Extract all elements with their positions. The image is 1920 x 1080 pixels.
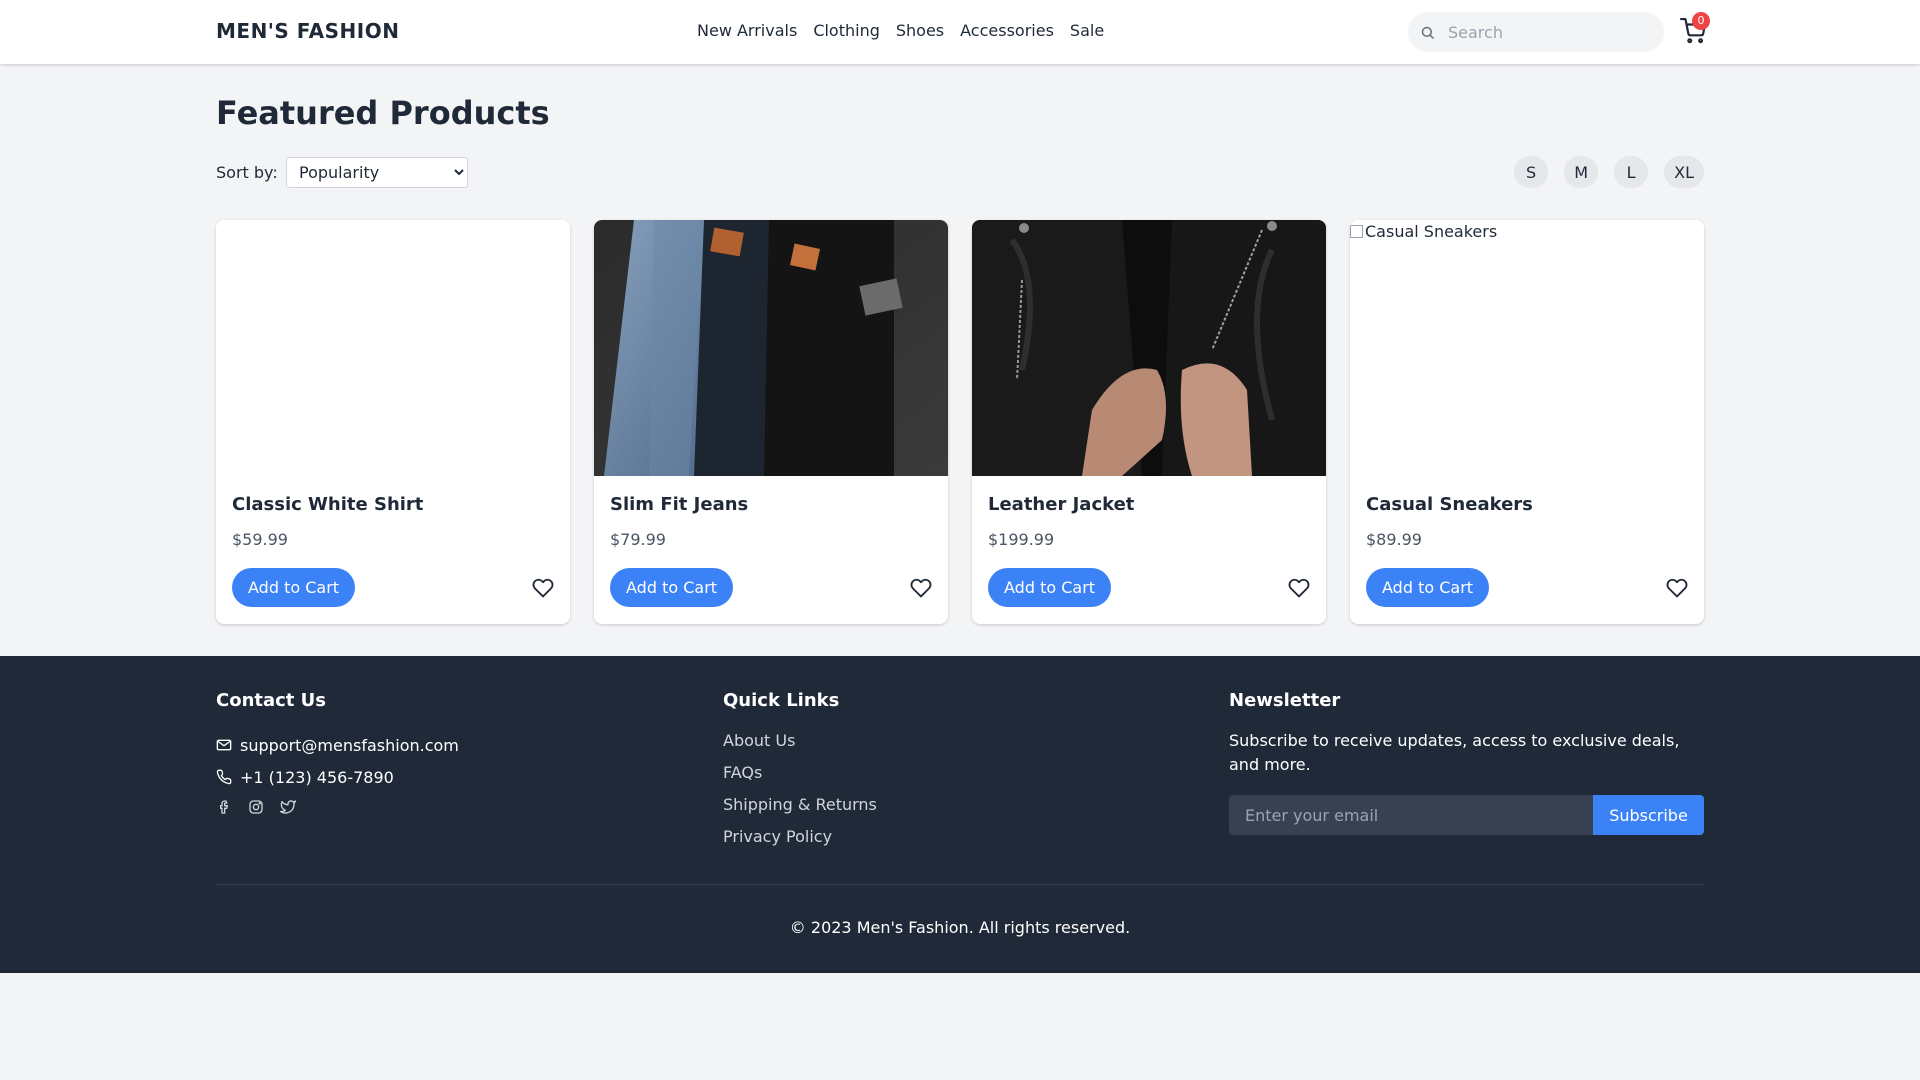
product-price: $89.99 [1366, 530, 1422, 549]
size-button-m[interactable]: M [1564, 156, 1599, 188]
add-to-cart-button[interactable]: Add to Cart [1366, 568, 1490, 607]
nav-sale[interactable]: Sale [1070, 21, 1104, 40]
product-card: Classic White Shirt $59.99 Add to Cart [216, 220, 570, 624]
product-name[interactable]: Leather Jacket [988, 494, 1134, 515]
subscribe-button[interactable]: Subscribe [1593, 795, 1704, 835]
add-to-cart-button[interactable]: Add to Cart [610, 568, 734, 607]
product-card: Slim Fit Jeans $79.99 Add to Cart [594, 220, 948, 624]
contact-email[interactable]: support@mensfashion.com [216, 729, 459, 761]
product-name[interactable]: Casual Sneakers [1366, 494, 1533, 515]
product-price: $79.99 [610, 530, 666, 549]
product-price: $199.99 [988, 530, 1055, 549]
jeans-photo [594, 220, 948, 476]
heart-icon[interactable] [532, 577, 554, 599]
product-name[interactable]: Classic White Shirt [232, 494, 423, 515]
sort-label: Sort by: [216, 163, 278, 182]
product-image-jacket[interactable] [972, 220, 1326, 476]
search-input[interactable] [1448, 12, 1658, 52]
footer-quick-links: Quick Links About Us FAQs Shipping & Ret… [723, 690, 877, 857]
product-name[interactable]: Slim Fit Jeans [610, 494, 748, 515]
cart-count-badge: 0 [1692, 12, 1710, 30]
product-card: Casual Sneakers Casual Sneakers $89.99 A… [1350, 220, 1704, 624]
link-privacy-policy[interactable]: Privacy Policy [723, 825, 877, 857]
mail-icon [216, 739, 232, 751]
phone-icon [216, 769, 232, 785]
heart-icon[interactable] [1288, 577, 1310, 599]
footer-divider [216, 884, 1704, 885]
instagram-icon[interactable] [248, 799, 264, 815]
sort-select[interactable]: Popularity [286, 157, 468, 188]
link-shipping-returns[interactable]: Shipping & Returns [723, 793, 877, 825]
product-image-broken[interactable]: Casual Sneakers [1350, 220, 1704, 476]
nav-clothing[interactable]: Clothing [813, 21, 880, 40]
contact-email-text: support@mensfashion.com [240, 735, 459, 755]
site-footer: Contact Us support@mensfashion.com +1 (1… [0, 656, 1920, 973]
search-icon [1421, 26, 1434, 39]
contact-phone[interactable]: +1 (123) 456-7890 [216, 761, 459, 793]
main-nav: New Arrivals Clothing Shoes Accessories … [697, 21, 1104, 40]
link-faqs[interactable]: FAQs [723, 761, 877, 793]
facebook-icon[interactable] [216, 799, 232, 815]
newsletter-email-input[interactable] [1229, 795, 1593, 835]
size-filter: S M L XL [1514, 156, 1704, 188]
add-to-cart-button[interactable]: Add to Cart [232, 568, 356, 607]
size-button-s[interactable]: S [1514, 156, 1549, 188]
heart-icon[interactable] [910, 577, 932, 599]
social-links [216, 799, 459, 815]
site-header: MEN'S FASHION New Arrivals Clothing Shoe… [0, 0, 1920, 64]
nav-accessories[interactable]: Accessories [960, 21, 1054, 40]
footer-newsletter: Newsletter Subscribe to receive updates,… [1229, 690, 1704, 835]
product-image-jeans[interactable] [594, 220, 948, 476]
product-price: $59.99 [232, 530, 288, 549]
brand-logo[interactable]: MEN'S FASHION [216, 19, 399, 43]
nav-new-arrivals[interactable]: New Arrivals [697, 21, 797, 40]
size-button-l[interactable]: L [1614, 156, 1649, 188]
add-to-cart-button[interactable]: Add to Cart [988, 568, 1112, 607]
nav-shoes[interactable]: Shoes [896, 21, 944, 40]
newsletter-heading: Newsletter [1229, 690, 1341, 711]
copyright-text: © 2023 Men's Fashion. All rights reserve… [789, 918, 1131, 937]
size-button-xl[interactable]: XL [1664, 156, 1704, 188]
page-title: Featured Products [216, 94, 550, 132]
contact-phone-text: +1 (123) 456-7890 [240, 767, 394, 787]
product-image[interactable] [216, 220, 570, 476]
search-box [1408, 12, 1664, 52]
product-grid: Classic White Shirt $59.99 Add to Cart S… [216, 220, 1704, 624]
product-card: Leather Jacket $199.99 Add to Cart [972, 220, 1326, 624]
heart-icon[interactable] [1666, 577, 1688, 599]
twitter-icon[interactable] [280, 799, 296, 815]
jacket-photo [972, 220, 1326, 476]
newsletter-text: Subscribe to receive updates, access to … [1229, 731, 1680, 774]
link-about-us[interactable]: About Us [723, 729, 877, 761]
image-alt-text: Casual Sneakers [1350, 222, 1497, 241]
contact-heading: Contact Us [216, 690, 327, 711]
quick-links-heading: Quick Links [723, 690, 840, 711]
newsletter-form: Subscribe [1229, 795, 1704, 835]
footer-contact: Contact Us support@mensfashion.com +1 (1… [216, 690, 459, 815]
